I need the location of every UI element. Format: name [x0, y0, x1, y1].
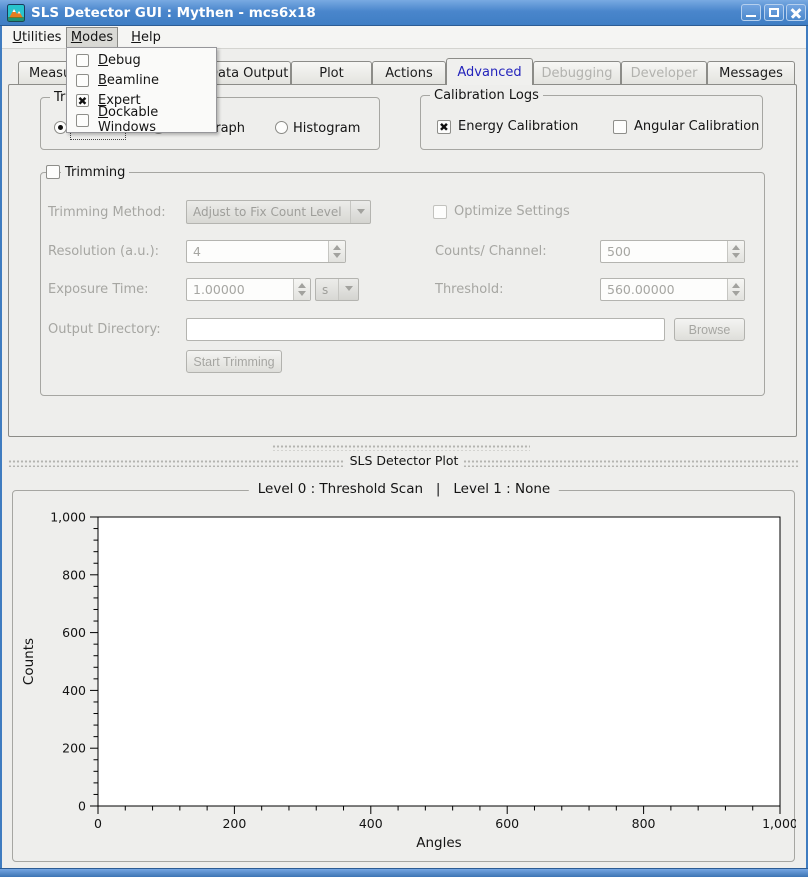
exposure-time-spinbox[interactable]: 1.00000 [186, 278, 311, 301]
trimming-method-combobox[interactable]: Adjust to Fix Count Level [186, 200, 371, 224]
tab-actions[interactable]: Actions [372, 61, 446, 84]
tab-developer[interactable]: Developer [621, 61, 707, 84]
counts-per-channel-spinbox[interactable]: 500 [600, 240, 745, 263]
exposure-unit-value: s [316, 283, 338, 297]
svg-text:1,000: 1,000 [50, 510, 86, 525]
minimize-button[interactable] [741, 4, 761, 21]
resolution-value: 4 [187, 244, 328, 259]
trimming-group-title[interactable]: Trimming [61, 165, 129, 180]
maximize-icon [769, 8, 779, 17]
counts-per-channel-value: 500 [601, 244, 727, 259]
svg-text:1,000: 1,000 [762, 816, 796, 831]
svg-text:400: 400 [359, 816, 383, 831]
angular-calibration-label[interactable]: Angular Calibration [634, 119, 759, 134]
svg-text:Counts: Counts [21, 638, 37, 685]
title-bar[interactable]: SLS Detector GUI : Mythen - mcs6x18 [0, 0, 808, 26]
splitter-handle[interactable] [272, 444, 530, 451]
menu-item-dockable-windows[interactable]: Dockable Windows [67, 110, 216, 130]
spin-arrows[interactable] [727, 241, 744, 262]
plot-option-label-histogram[interactable]: Histogram [293, 121, 360, 136]
svg-text:600: 600 [62, 625, 86, 640]
browse-button[interactable]: Browse [674, 318, 745, 341]
menu-item-beamline[interactable]: Beamline [67, 70, 216, 90]
plot-dock-title[interactable]: SLS Detector Plot [0, 453, 808, 468]
spin-arrows[interactable] [727, 279, 744, 300]
output-directory-input[interactable] [186, 318, 665, 341]
output-directory-label: Output Directory: [48, 322, 161, 337]
spin-arrows[interactable] [328, 241, 345, 262]
window-border-left [0, 0, 2, 877]
svg-text:200: 200 [62, 741, 86, 756]
exposure-time-label: Exposure Time: [48, 282, 149, 297]
tab-messages[interactable]: Messages [707, 61, 795, 84]
tab-debugging[interactable]: Debugging [533, 61, 621, 84]
resolution-spinbox[interactable]: 4 [186, 240, 346, 263]
menu-item-label: Beamline [98, 73, 159, 88]
svg-text:200: 200 [222, 816, 246, 831]
window-border-bottom[interactable] [0, 868, 808, 877]
exposure-time-value: 1.00000 [187, 282, 293, 297]
svg-text:400: 400 [62, 683, 86, 698]
svg-text:Angles: Angles [416, 835, 461, 851]
plot-group: 0 200 400 600 800 1,000 0 200 400 600 800 1,000 Angl… [12, 490, 795, 862]
threshold-spinbox[interactable]: 560.00000 [600, 278, 745, 301]
modes-menu-popup: DebugBeamlineExpertDockable Windows [66, 47, 217, 133]
trimming-method-value: Adjust to Fix Count Level [187, 205, 350, 219]
counts-per-channel-label: Counts/ Channel: [435, 244, 547, 259]
threshold-value: 560.00000 [601, 282, 727, 297]
plot-option-radio-histogram[interactable] [275, 121, 288, 134]
menu-item-label: Debug [98, 53, 141, 68]
energy-calibration-checkbox[interactable] [437, 120, 451, 134]
plot-canvas[interactable]: 0 200 400 600 800 1,000 0 200 400 600 800 1,000 Angl… [13, 491, 796, 863]
application-window: SLS Detector GUI : Mythen - mcs6x18 Util… [0, 0, 808, 877]
menubar-item-modes[interactable]: Modes [66, 27, 118, 48]
start-trimming-button[interactable]: Start Trimming [186, 350, 282, 373]
svg-text:800: 800 [632, 816, 656, 831]
maximize-button[interactable] [764, 4, 784, 21]
menu-checkbox [76, 74, 89, 87]
calibration-logs-group-title: Calibration Logs [430, 88, 543, 103]
svg-text:600: 600 [495, 816, 519, 831]
app-icon [7, 4, 25, 22]
resolution-label: Resolution (a.u.): [48, 244, 159, 259]
trimming-group-checkbox[interactable] [46, 165, 60, 179]
angular-calibration-checkbox[interactable] [613, 120, 627, 134]
menu-bar: UtilitiesModes Help [0, 26, 808, 49]
menu-checkbox [76, 94, 89, 107]
optimize-settings-label: Optimize Settings [454, 204, 570, 219]
minimize-icon [746, 15, 756, 17]
threshold-label: Threshold: [435, 282, 503, 297]
tab-plot[interactable]: Plot [291, 61, 372, 84]
menu-item-debug[interactable]: Debug [67, 50, 216, 70]
tab-advanced[interactable]: Advanced [446, 58, 533, 85]
combo-arrow [350, 201, 370, 223]
energy-calibration-label[interactable]: Energy Calibration [458, 119, 578, 134]
close-button[interactable] [786, 4, 806, 21]
menu-item-label: Dockable Windows [98, 105, 216, 135]
spin-arrows[interactable] [293, 279, 310, 300]
combo-arrow [338, 279, 358, 300]
window-title: SLS Detector GUI : Mythen - mcs6x18 [31, 5, 316, 21]
svg-text:0: 0 [78, 799, 86, 814]
menubar-item-help[interactable]: Help [124, 27, 168, 48]
trimming-method-label: Trimming Method: [48, 205, 166, 220]
exposure-unit-combobox[interactable]: s [315, 278, 359, 301]
plot-scan-header: Level 0 : Threshold Scan | Level 1 : Non… [249, 481, 559, 497]
optimize-settings-checkbox[interactable] [433, 205, 447, 219]
svg-text:800: 800 [62, 567, 86, 582]
svg-text:0: 0 [94, 816, 102, 831]
menu-checkbox [76, 54, 89, 67]
menu-checkbox [76, 114, 89, 127]
menubar-item-utilities[interactable]: Utilities [8, 27, 66, 48]
